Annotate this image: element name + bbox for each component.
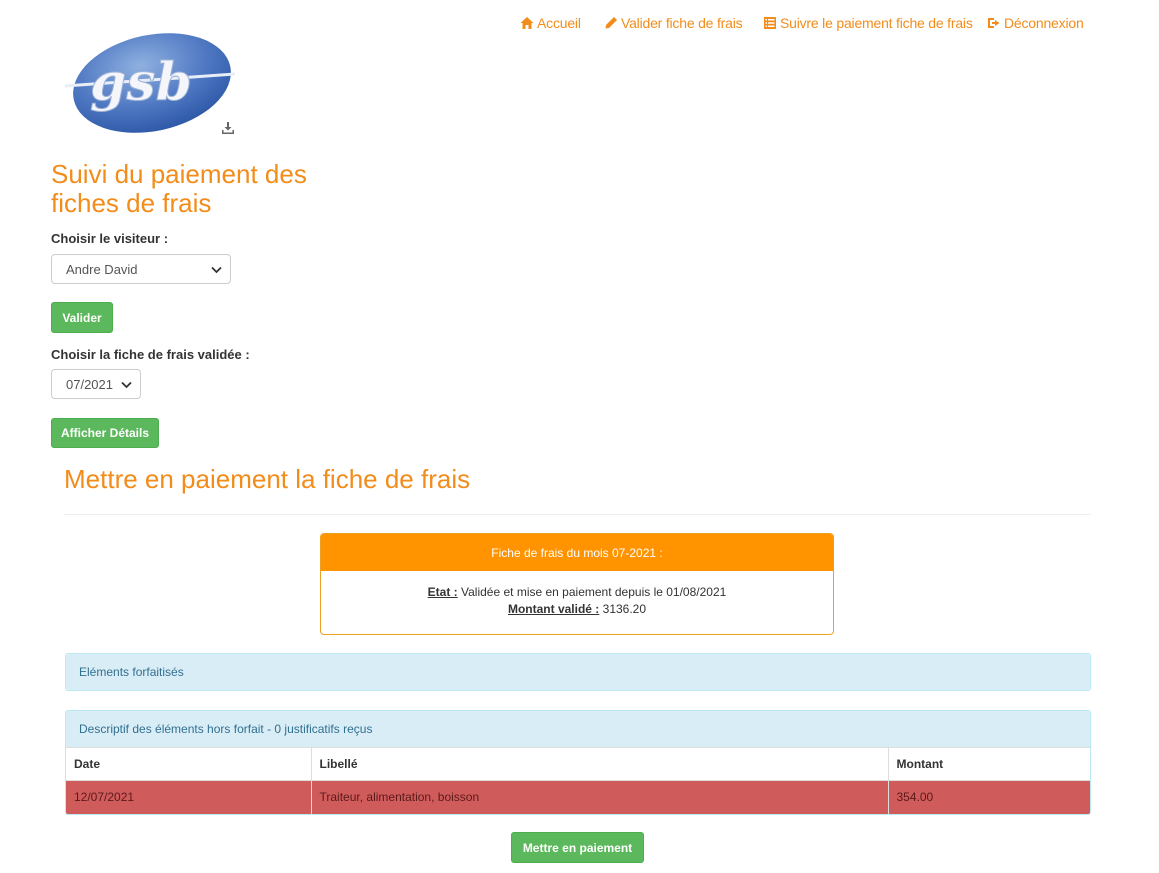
nav-valider-label: Valider fiche de frais <box>621 15 743 31</box>
column-header-libelle: Libellé <box>310 747 888 781</box>
logo-text: gsb <box>90 52 192 113</box>
fiche-montant-line: Montant validé : 3136.20 <box>321 601 833 618</box>
fiche-summary-body: Etat : Validée et mise en paiement depui… <box>321 571 833 618</box>
gsb-logo: gsb <box>65 33 235 133</box>
horsforfait-panel-heading: Descriptif des éléments hors forfait - 0… <box>66 711 1090 747</box>
nav-accueil-label: Accueil <box>537 15 581 31</box>
nav-suivre-label: Suivre le paiement fiche de frais <box>780 15 973 31</box>
nav-deconnexion-link[interactable]: Déconnexion <box>987 15 1084 31</box>
chevron-down-icon <box>121 381 132 389</box>
fiche-montant-key: Montant validé : <box>507 602 600 616</box>
divider <box>64 514 1091 515</box>
afficher-details-button[interactable]: Afficher Détails <box>51 418 159 448</box>
column-header-montant: Montant <box>887 747 1090 781</box>
fiche-select[interactable]: 07/2021 <box>51 369 141 399</box>
table-header-row: Date Libellé Montant <box>66 747 1090 781</box>
visiteur-select-value: Andre David <box>66 261 138 277</box>
mettre-en-paiement-button[interactable]: Mettre en paiement <box>511 832 644 863</box>
fiche-summary-box: Fiche de frais du mois 07-2021 : Etat : … <box>320 533 834 635</box>
cell-libelle: Traiteur, alimentation, boisson <box>310 780 888 814</box>
fiche-etat-value: Validée et mise en paiement depuis le 01… <box>461 585 727 599</box>
home-icon <box>520 17 534 29</box>
download-icon[interactable] <box>221 121 235 135</box>
fiche-etat-key: Etat : <box>427 585 458 599</box>
table-row: 12/07/2021 Traiteur, alimentation, boiss… <box>66 780 1090 814</box>
visiteur-label: Choisir le visiteur : <box>51 231 169 246</box>
fiche-etat-line: Etat : Validée et mise en paiement depui… <box>321 584 833 601</box>
list-alt-icon <box>764 17 776 29</box>
fiche-summary-heading: Fiche de frais du mois 07-2021 : <box>321 534 833 571</box>
forfait-panel: Eléments forfaitisés <box>65 653 1091 691</box>
valider-button[interactable]: Valider <box>51 302 113 333</box>
nav-accueil-link[interactable]: Accueil <box>520 15 581 31</box>
nav-suivre-link[interactable]: Suivre le paiement fiche de frais <box>763 15 973 31</box>
visiteur-select[interactable]: Andre David <box>51 254 231 284</box>
fiche-montant-value: 3136.20 <box>602 602 647 616</box>
horsforfait-panel: Descriptif des éléments hors forfait - 0… <box>65 710 1091 815</box>
page-title: Suivi du paiement des fiches de frais <box>51 159 307 218</box>
cell-montant: 354.00 <box>887 780 1090 814</box>
fiche-label: Choisir la fiche de frais validée : <box>51 347 250 362</box>
forfait-panel-heading: Eléments forfaitisés <box>66 654 1090 690</box>
pencil-icon <box>605 17 617 29</box>
horsforfait-table: Date Libellé Montant 12/07/2021 Traiteur… <box>66 747 1090 814</box>
section-title: Mettre en paiement la fiche de frais <box>64 464 471 494</box>
fiche-select-value: 07/2021 <box>66 376 113 392</box>
chevron-down-icon <box>211 266 222 274</box>
log-out-icon <box>988 18 1000 28</box>
cell-date: 12/07/2021 <box>66 780 311 814</box>
column-header-date: Date <box>66 747 311 781</box>
nav-deconnexion-label: Déconnexion <box>1004 15 1084 31</box>
nav-valider-link[interactable]: Valider fiche de frais <box>604 15 743 31</box>
